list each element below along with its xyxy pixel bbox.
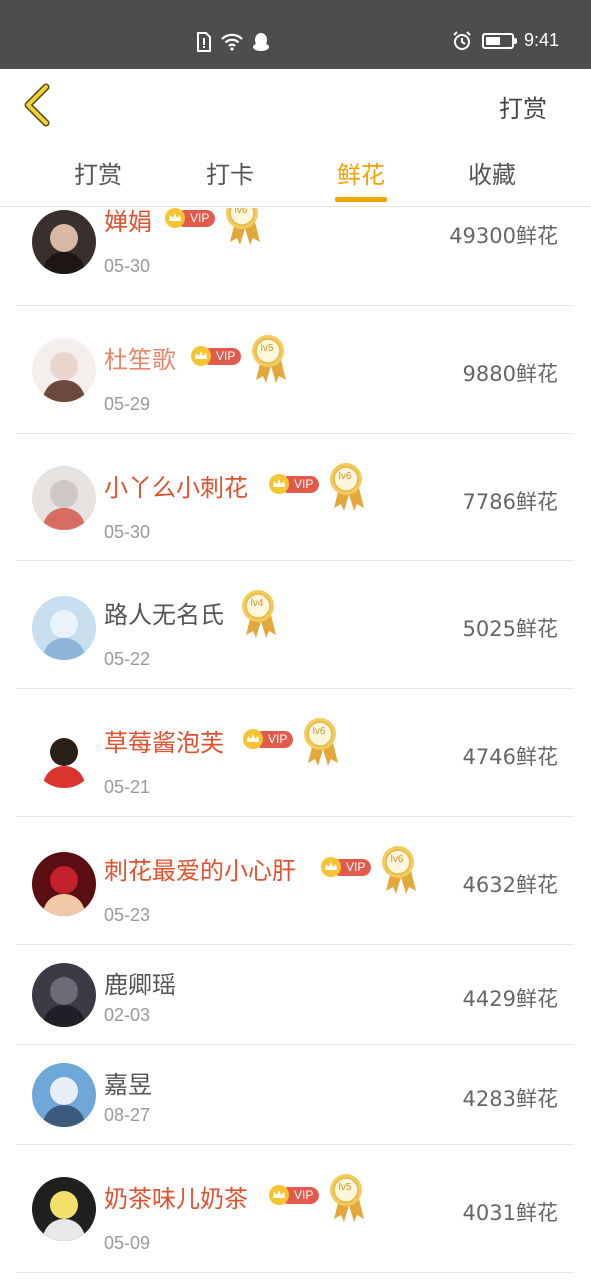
list-item[interactable]: 刺花最爱的小心肝 VIP lv6 05-23 4632鲜花 xyxy=(16,817,574,945)
user-name[interactable]: 杜笙歌 xyxy=(104,340,176,375)
sim-alert-icon xyxy=(197,32,211,52)
vip-badge: VIP xyxy=(268,474,320,494)
level-label: lv5 xyxy=(260,343,274,354)
date-label: 08-27 xyxy=(104,1105,151,1125)
list-item[interactable]: 嘉昱 08-27 4283鲜花 xyxy=(16,1045,574,1145)
level-label: lv4 xyxy=(250,598,264,609)
level-medal-icon: lv4 xyxy=(242,589,280,639)
user-name[interactable]: 小丫么小刺花 xyxy=(104,468,248,503)
list-item[interactable]: 草莓酱泡芙 VIP lv6 05-21 4746鲜花 xyxy=(16,689,574,817)
flower-count: 9880鲜花 xyxy=(462,362,558,386)
crown-icon xyxy=(191,346,211,366)
status-icons-center xyxy=(196,32,270,52)
avatar[interactable] xyxy=(32,852,96,916)
user-name[interactable]: 草莓酱泡芙 xyxy=(104,723,224,758)
date-label: 02-03 xyxy=(104,1005,151,1025)
user-name[interactable]: 刺花最爱的小心肝 xyxy=(104,851,296,886)
avatar[interactable] xyxy=(32,724,96,788)
user-name[interactable]: 婵娟 xyxy=(104,208,152,237)
avatar[interactable] xyxy=(32,963,96,1027)
battery-icon xyxy=(481,32,517,49)
vip-badge: VIP xyxy=(320,857,372,877)
date-label: 05-22 xyxy=(104,649,151,669)
crown-icon xyxy=(165,208,185,228)
status-bar: 9:41 xyxy=(0,0,591,69)
vip-badge: VIP xyxy=(164,208,216,228)
tab-bar: 打赏 打卡 鲜花 收藏 xyxy=(0,145,591,207)
avatar[interactable] xyxy=(32,1063,96,1127)
clock-time: 9:41 xyxy=(523,30,559,50)
chevron-left-icon xyxy=(24,83,50,127)
vip-badge: VIP xyxy=(268,1185,320,1205)
flower-count: 4632鲜花 xyxy=(462,873,558,897)
flower-count: 4746鲜花 xyxy=(462,745,558,769)
date-label: 05-09 xyxy=(104,1233,151,1253)
qq-penguin-icon xyxy=(253,33,269,51)
list-item[interactable]: 路人无名氏 lv4 05-22 5025鲜花 xyxy=(16,561,574,689)
level-medal-icon: lv6 xyxy=(226,208,264,246)
crown-icon xyxy=(269,1185,289,1205)
user-name[interactable]: 路人无名氏 xyxy=(104,595,224,630)
level-label: lv6 xyxy=(312,726,326,737)
flower-ranking-list: 婵娟 VIP lv6 05-30 49300鲜花杜笙歌 VIP lv5 05-29 9880鲜花… xyxy=(0,208,591,1280)
flower-count: 4283鲜花 xyxy=(462,1087,558,1111)
level-label: lv5 xyxy=(338,1182,352,1193)
vip-badge: VIP xyxy=(190,346,242,366)
level-medal-icon: lv6 xyxy=(304,717,342,767)
level-medal-icon: lv5 xyxy=(252,334,290,384)
level-medal-icon: lv6 xyxy=(330,462,368,512)
tab-favorites[interactable]: 收藏 xyxy=(452,155,532,190)
level-medal-icon: lv5 xyxy=(330,1173,368,1223)
header-reward-button[interactable]: 打赏 xyxy=(499,89,547,124)
level-label: lv6 xyxy=(234,208,248,216)
flower-count: 4429鲜花 xyxy=(462,987,558,1011)
crown-icon xyxy=(269,474,289,494)
tab-flowers[interactable]: 鲜花 xyxy=(321,155,401,190)
tab-reward[interactable]: 打赏 xyxy=(58,155,138,190)
avatar[interactable] xyxy=(32,466,96,530)
flower-count: 4031鲜花 xyxy=(462,1201,558,1225)
alarm-icon xyxy=(453,30,471,50)
list-item[interactable]: 小丫么小刺花 VIP lv6 05-30 7786鲜花 xyxy=(16,434,574,561)
avatar[interactable] xyxy=(32,596,96,660)
user-name[interactable]: 奶茶味儿奶茶 xyxy=(104,1179,248,1214)
tab-checkin[interactable]: 打卡 xyxy=(190,155,270,190)
avatar[interactable] xyxy=(32,1177,96,1241)
crown-icon xyxy=(321,857,341,877)
active-tab-indicator xyxy=(335,197,387,202)
date-label: 05-30 xyxy=(104,256,151,276)
flower-count: 49300鲜花 xyxy=(449,224,558,248)
level-label: lv6 xyxy=(390,854,404,865)
level-medal-icon: lv6 xyxy=(382,845,420,895)
list-item[interactable]: 奶茶味儿奶茶 VIP lv5 05-09 4031鲜花 xyxy=(16,1145,574,1273)
level-label: lv6 xyxy=(338,471,352,482)
date-label: 05-21 xyxy=(104,777,151,797)
date-label: 05-30 xyxy=(104,522,151,542)
flower-count: 7786鲜花 xyxy=(462,490,558,514)
avatar[interactable] xyxy=(32,338,96,402)
date-label: 05-29 xyxy=(104,394,151,414)
back-button[interactable] xyxy=(20,83,60,127)
list-item[interactable]: 鹿卿瑶 02-03 4429鲜花 xyxy=(16,945,574,1045)
vip-badge: VIP xyxy=(242,729,294,749)
list-item[interactable]: 婵娟 VIP lv6 05-30 49300鲜花 xyxy=(16,208,574,306)
wifi-icon xyxy=(221,33,243,51)
crown-icon xyxy=(243,729,263,749)
status-icons-right: 9:41 xyxy=(452,30,559,51)
date-label: 05-23 xyxy=(104,905,151,925)
user-name[interactable]: 嘉昱 xyxy=(104,1065,152,1100)
top-nav-bar: 打赏 xyxy=(0,69,591,139)
user-name[interactable]: 鹿卿瑶 xyxy=(104,965,176,1000)
flower-count: 5025鲜花 xyxy=(462,617,558,641)
list-item[interactable]: 杜笙歌 VIP lv5 05-29 9880鲜花 xyxy=(16,306,574,434)
avatar[interactable] xyxy=(32,210,96,274)
